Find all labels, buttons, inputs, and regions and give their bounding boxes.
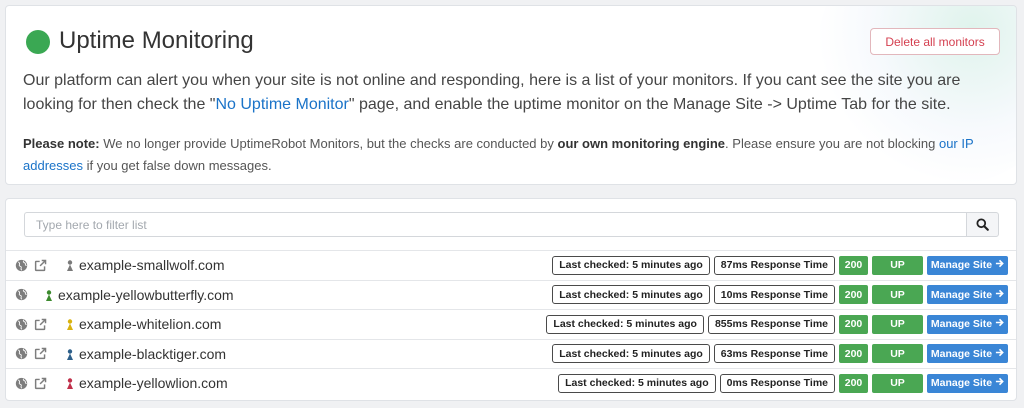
uptime-header-panel: Uptime Monitoring Delete all monitors Ou… bbox=[5, 5, 1017, 185]
arrow-right-icon bbox=[995, 289, 1004, 301]
manage-site-button[interactable]: Manage Site bbox=[927, 314, 1008, 334]
site-name: example-yellowlion.com bbox=[79, 375, 228, 392]
monitor-row: example-smallwolf.com Last checked: 5 min… bbox=[6, 250, 1016, 280]
up-status-badge: UP bbox=[872, 285, 923, 305]
arrow-right-icon bbox=[995, 259, 1004, 271]
manage-site-label: Manage Site bbox=[930, 259, 993, 272]
note-text: Please note: We no longer provide Uptime… bbox=[23, 133, 1008, 177]
external-link-icon[interactable] bbox=[34, 318, 47, 331]
row-icons bbox=[15, 310, 47, 339]
external-link-icon[interactable] bbox=[34, 259, 47, 272]
arrow-right-icon bbox=[995, 377, 1004, 389]
monitor-status-badges: Last checked: 5 minutes ago 0ms Response … bbox=[558, 369, 1008, 398]
globe-icon[interactable] bbox=[15, 318, 28, 331]
monitoring-engine-text: our own monitoring engine bbox=[557, 136, 726, 151]
monitor-row: example-yellowbutterfly.com Last checked:… bbox=[6, 279, 1016, 310]
filter-bar bbox=[24, 212, 999, 237]
manage-site-button[interactable]: Manage Site bbox=[927, 373, 1008, 393]
manage-site-button[interactable]: Manage Site bbox=[927, 344, 1008, 364]
response-time-badge: 87ms Response Time bbox=[713, 255, 835, 275]
intro-text: Our platform can alert you when your sit… bbox=[23, 69, 998, 117]
blacktiger-favicon-icon bbox=[65, 348, 75, 361]
note-text-part-2: . Please ensure you are not blocking bbox=[725, 136, 939, 151]
search-button[interactable] bbox=[966, 212, 999, 237]
external-link-icon[interactable] bbox=[34, 347, 47, 360]
manage-site-label: Manage Site bbox=[930, 318, 993, 331]
monitor-row: example-blacktiger.com Last checked: 5 mi… bbox=[6, 338, 1016, 369]
response-time-badge: 855ms Response Time bbox=[707, 314, 835, 334]
up-status-badge: UP bbox=[872, 344, 923, 364]
monitor-row: example-yellowlion.com Last checked: 5 mi… bbox=[6, 368, 1016, 398]
note-label: Please note: bbox=[23, 136, 100, 151]
site-name: example-blacktiger.com bbox=[79, 345, 227, 362]
up-status-badge: UP bbox=[872, 373, 923, 393]
whitelion-favicon-icon bbox=[65, 318, 75, 331]
globe-icon[interactable] bbox=[15, 288, 28, 301]
status-code-badge: 200 bbox=[839, 314, 868, 334]
external-link-icon[interactable] bbox=[34, 377, 47, 390]
response-time-badge: 0ms Response Time bbox=[719, 373, 835, 393]
search-icon bbox=[976, 218, 989, 231]
manage-site-label: Manage Site bbox=[930, 377, 993, 390]
status-indicator-icon bbox=[26, 30, 50, 54]
status-code-badge: 200 bbox=[839, 344, 868, 364]
row-icons bbox=[15, 281, 28, 310]
manage-site-button[interactable]: Manage Site bbox=[927, 285, 1008, 305]
monitor-list-panel: example-smallwolf.com Last checked: 5 min… bbox=[5, 198, 1017, 401]
note-text-part-3: if you get false down messages. bbox=[82, 158, 272, 173]
monitor-status-badges: Last checked: 5 minutes ago 10ms Response… bbox=[552, 281, 1008, 310]
manage-site-label: Manage Site bbox=[930, 347, 993, 360]
no-uptime-monitor-link[interactable]: No Uptime Monitor bbox=[215, 96, 348, 113]
globe-icon[interactable] bbox=[15, 377, 28, 390]
filter-input[interactable] bbox=[24, 212, 966, 237]
last-checked-badge: Last checked: 5 minutes ago bbox=[552, 255, 710, 275]
smallwolf-favicon-icon bbox=[65, 259, 75, 272]
arrow-right-icon bbox=[995, 318, 1004, 330]
status-code-badge: 200 bbox=[839, 373, 868, 393]
arrow-right-icon bbox=[995, 348, 1004, 360]
monitor-row: example-whitelion.com Last checked: 5 min… bbox=[6, 309, 1016, 339]
last-checked-badge: Last checked: 5 minutes ago bbox=[558, 373, 716, 393]
last-checked-badge: Last checked: 5 minutes ago bbox=[552, 344, 710, 364]
manage-site-button[interactable]: Manage Site bbox=[927, 255, 1008, 275]
manage-site-label: Manage Site bbox=[930, 288, 993, 301]
up-status-badge: UP bbox=[872, 255, 923, 275]
site-name: example-whitelion.com bbox=[79, 316, 222, 333]
yellowlion-favicon-icon bbox=[65, 377, 75, 390]
site-name: example-yellowbutterfly.com bbox=[58, 286, 234, 303]
intro-text-end: " page, and enable the uptime monitor on… bbox=[348, 96, 951, 113]
delete-all-monitors-button[interactable]: Delete all monitors bbox=[870, 28, 1000, 55]
status-code-badge: 200 bbox=[839, 285, 868, 305]
last-checked-badge: Last checked: 5 minutes ago bbox=[552, 285, 710, 305]
globe-icon[interactable] bbox=[15, 347, 28, 360]
page-title: Uptime Monitoring bbox=[59, 27, 254, 54]
globe-icon[interactable] bbox=[15, 259, 28, 272]
note-text-part-1: We no longer provide UptimeRobot Monitor… bbox=[99, 136, 558, 151]
monitor-status-badges: Last checked: 5 minutes ago 855ms Respons… bbox=[546, 310, 1008, 339]
monitor-status-badges: Last checked: 5 minutes ago 87ms Response… bbox=[552, 251, 1008, 280]
up-status-badge: UP bbox=[872, 314, 923, 334]
yellowbutterfly-favicon-icon bbox=[44, 289, 54, 302]
monitor-list: example-smallwolf.com Last checked: 5 min… bbox=[6, 250, 1016, 398]
row-icons bbox=[15, 251, 47, 280]
row-icons bbox=[15, 340, 47, 369]
monitor-status-badges: Last checked: 5 minutes ago 63ms Response… bbox=[552, 340, 1008, 369]
response-time-badge: 10ms Response Time bbox=[713, 285, 835, 305]
row-icons bbox=[15, 369, 47, 398]
response-time-badge: 63ms Response Time bbox=[713, 344, 835, 364]
status-code-badge: 200 bbox=[839, 255, 868, 275]
site-name: example-smallwolf.com bbox=[79, 257, 225, 274]
last-checked-badge: Last checked: 5 minutes ago bbox=[546, 314, 704, 334]
